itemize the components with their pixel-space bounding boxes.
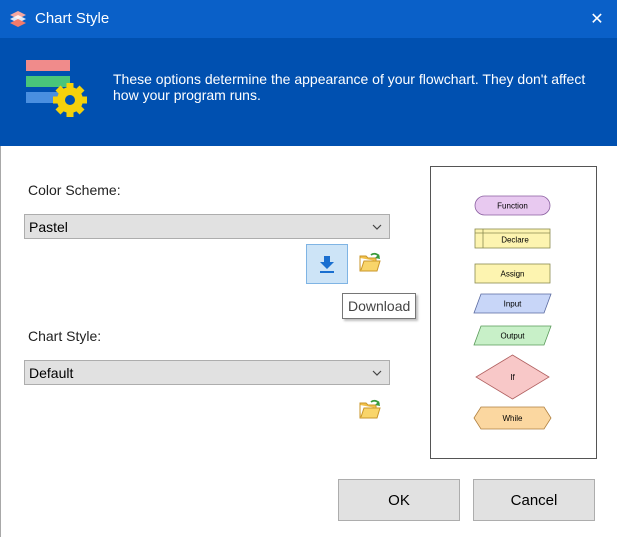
color-scheme-label: Color Scheme: xyxy=(28,182,121,198)
download-tooltip: Download xyxy=(342,293,417,319)
app-icon xyxy=(10,11,26,27)
color-scheme-select[interactable]: Pastel xyxy=(24,214,390,239)
function-label: Function xyxy=(497,202,528,211)
open-folder-icon[interactable] xyxy=(358,251,382,275)
title-bar: Chart Style ✕ xyxy=(0,0,617,38)
if-label: If xyxy=(510,373,515,382)
download-button[interactable] xyxy=(306,244,348,284)
input-label: Input xyxy=(504,300,523,309)
cancel-button[interactable]: Cancel xyxy=(473,479,595,521)
info-banner: These options determine the appearance o… xyxy=(0,38,617,146)
output-label: Output xyxy=(500,332,525,341)
close-button[interactable]: ✕ xyxy=(577,0,617,38)
while-label: While xyxy=(502,414,523,423)
banner-description: These options determine the appearance o… xyxy=(113,71,586,103)
left-border xyxy=(0,146,1,537)
chart-style-value: Default xyxy=(29,365,74,381)
open-folder-icon[interactable] xyxy=(358,398,382,422)
close-icon: ✕ xyxy=(590,11,604,28)
chart-style-label: Chart Style: xyxy=(28,328,102,344)
ok-button[interactable]: OK xyxy=(338,479,460,521)
flowchart-preview: Function Declare Assign Input Output If … xyxy=(430,166,597,459)
color-scheme-value: Pastel xyxy=(29,219,68,235)
chevron-down-icon xyxy=(372,370,382,376)
declare-label: Declare xyxy=(501,236,529,245)
chart-style-gear-icon xyxy=(26,60,87,117)
chart-style-select[interactable]: Default xyxy=(24,360,390,385)
chevron-down-icon xyxy=(372,224,382,230)
download-icon xyxy=(320,256,334,273)
assign-label: Assign xyxy=(500,270,524,279)
window-title: Chart Style xyxy=(35,10,110,27)
